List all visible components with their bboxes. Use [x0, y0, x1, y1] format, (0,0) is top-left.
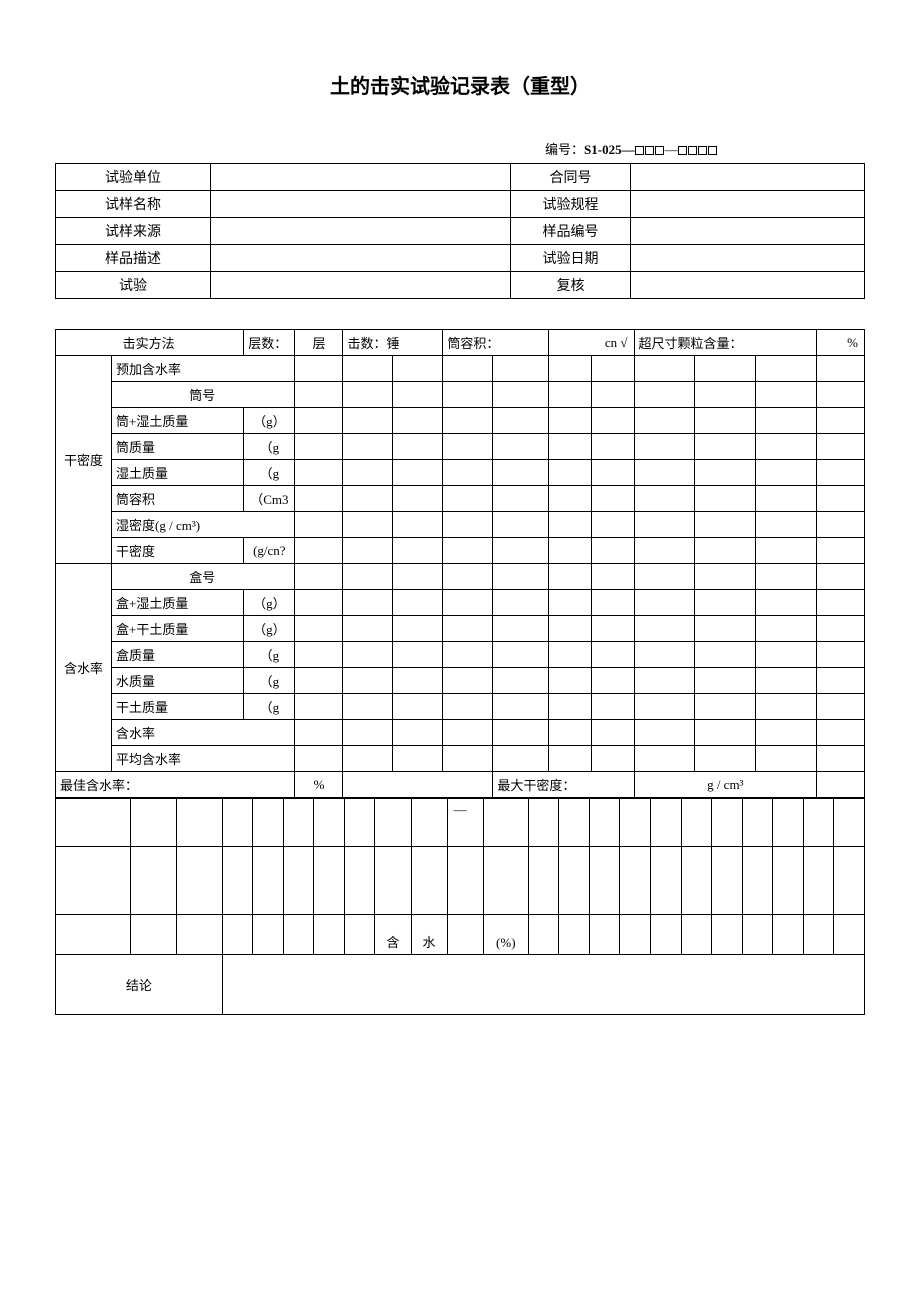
row-label: 盒+干土质量	[112, 616, 244, 642]
value-sample-name	[211, 191, 511, 218]
table-row: 干土质量 （g	[56, 694, 865, 720]
row-unit: （g）	[244, 408, 295, 434]
table-row: 试样名称 试验规程	[56, 191, 865, 218]
row-label: 湿土质量	[112, 460, 244, 486]
table-row: 含水率 盒号	[56, 564, 865, 590]
axis-label-shui: 水	[411, 915, 447, 955]
axis-label-pct: (%)	[483, 915, 528, 955]
row-label: 盒+湿土质量	[112, 590, 244, 616]
row-label: 盒质量	[112, 642, 244, 668]
table-row: 盒质量 （g	[56, 642, 865, 668]
row-unit: （g	[244, 434, 295, 460]
result-row: 最佳含水率： % 最大干密度： g / cm³	[56, 772, 865, 798]
table-row: 筒+湿土质量 （g）	[56, 408, 865, 434]
serial-number-line: 编号：S1-025——	[545, 139, 865, 159]
label-oversize: 超尺寸颗粒含量：	[634, 330, 816, 356]
grid-chart-table: — 含 水 (%) 结论	[55, 798, 865, 1015]
label-sample-no: 样品编号	[511, 218, 631, 245]
row-unit: (g/cn?	[244, 538, 295, 564]
value-sample-source	[211, 218, 511, 245]
group-water-content: 含水率	[56, 564, 112, 772]
label-optimum-water: 最佳含水率：	[56, 772, 295, 798]
dash-marker: —	[447, 799, 483, 847]
row-label: 含水率	[112, 720, 295, 746]
label-oversize-unit: %	[817, 330, 865, 356]
row-unit: （g	[244, 668, 295, 694]
label-tester: 试验	[56, 272, 211, 299]
label-contract-no: 合同号	[511, 164, 631, 191]
row-unit: （g）	[244, 616, 295, 642]
row-unit: （g	[244, 642, 295, 668]
unit-max-density: g / cm³	[634, 772, 816, 798]
value-contract-no	[631, 164, 865, 191]
table-row: 筒容积 （Cm3	[56, 486, 865, 512]
table-row: 样品描述 试验日期	[56, 245, 865, 272]
label-cylinder-vol-unit: cn √	[549, 330, 634, 356]
table-row: 平均含水率	[56, 746, 865, 772]
label-blows: 击数：锤	[343, 330, 443, 356]
conclusion-row: 结论	[56, 955, 865, 1015]
row-unit: （g）	[244, 590, 295, 616]
label-layers: 层数：	[244, 330, 295, 356]
label-cylinder-vol: 筒容积：	[443, 330, 549, 356]
table-row: 试样来源 样品编号	[56, 218, 865, 245]
row-label: 平均含水率	[112, 746, 295, 772]
table-row: 水质量 （g	[56, 668, 865, 694]
row-label: 筒号	[112, 382, 295, 408]
group-dry-density: 干密度	[56, 356, 112, 564]
table-row: 盒+湿土质量 （g）	[56, 590, 865, 616]
value-tester	[211, 272, 511, 299]
value-sample-no	[631, 218, 865, 245]
compaction-method-row: 击实方法 层数： 层 击数：锤 筒容积： cn √ 超尺寸颗粒含量： %	[56, 330, 865, 356]
grid-row: —	[56, 799, 865, 847]
label-reviewer: 复核	[511, 272, 631, 299]
row-label: 筒质量	[112, 434, 244, 460]
table-row: 湿密度(g / cm³)	[56, 512, 865, 538]
row-unit: （g	[244, 460, 295, 486]
unit-optimum-water: %	[295, 772, 343, 798]
row-label: 湿密度(g / cm³)	[112, 512, 295, 538]
value-reviewer	[631, 272, 865, 299]
grid-row-axis: 含 水 (%)	[56, 915, 865, 955]
label-test-spec: 试验规程	[511, 191, 631, 218]
table-row: 湿土质量 （g	[56, 460, 865, 486]
value-conclusion	[222, 955, 864, 1015]
label-conclusion: 结论	[56, 955, 223, 1015]
table-row: 干密度 (g/cn?	[56, 538, 865, 564]
label-sample-name: 试样名称	[56, 191, 211, 218]
row-label: 水质量	[112, 668, 244, 694]
page-title: 土的击实试验记录表（重型）	[55, 70, 865, 99]
axis-label-han: 含	[375, 915, 411, 955]
table-row: 试验 复核	[56, 272, 865, 299]
row-label: 干土质量	[112, 694, 244, 720]
label-test-date: 试验日期	[511, 245, 631, 272]
row-label: 筒+湿土质量	[112, 408, 244, 434]
row-label: 筒容积	[112, 486, 244, 512]
row-unit: （g	[244, 694, 295, 720]
main-data-table: 击实方法 层数： 层 击数：锤 筒容积： cn √ 超尺寸颗粒含量： % 干密度…	[55, 329, 865, 798]
label-sample-source: 试样来源	[56, 218, 211, 245]
row-label: 预加含水率	[112, 356, 295, 382]
label-compaction-method: 击实方法	[56, 330, 244, 356]
label-test-unit: 试验单位	[56, 164, 211, 191]
table-row: 含水率	[56, 720, 865, 746]
table-row: 试验单位 合同号	[56, 164, 865, 191]
grid-row	[56, 847, 865, 915]
row-unit: （Cm3	[244, 486, 295, 512]
table-row: 干密度 预加含水率	[56, 356, 865, 382]
label-layer-unit: 层	[295, 330, 343, 356]
value-test-unit	[211, 164, 511, 191]
row-label: 盒号	[112, 564, 295, 590]
label-sample-desc: 样品描述	[56, 245, 211, 272]
table-row: 盒+干土质量 （g）	[56, 616, 865, 642]
value-test-spec	[631, 191, 865, 218]
value-sample-desc	[211, 245, 511, 272]
table-row: 筒号	[56, 382, 865, 408]
row-label: 干密度	[112, 538, 244, 564]
value-test-date	[631, 245, 865, 272]
table-row: 筒质量 （g	[56, 434, 865, 460]
header-info-table: 试验单位 合同号 试样名称 试验规程 试样来源 样品编号 样品描述 试验日期 试…	[55, 163, 865, 299]
label-max-density: 最大干密度：	[493, 772, 634, 798]
